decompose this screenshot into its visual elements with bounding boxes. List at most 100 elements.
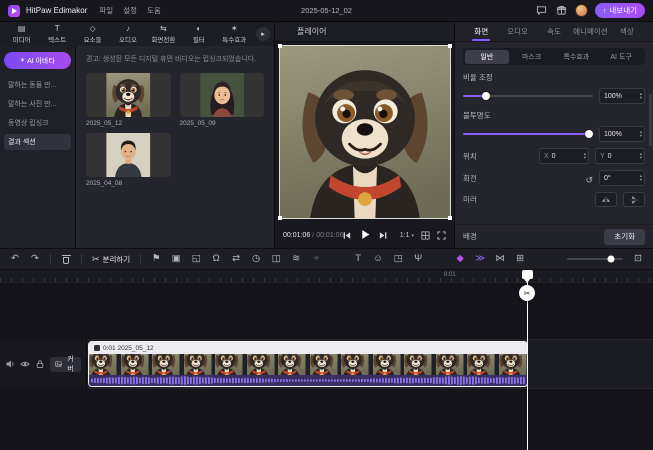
opacity-slider[interactable] bbox=[463, 132, 593, 136]
flip-vertical-button[interactable] bbox=[623, 192, 645, 207]
scale-slider[interactable] bbox=[463, 94, 593, 98]
selection-handle[interactable] bbox=[447, 44, 452, 48]
stepper-arrows-icon[interactable] bbox=[640, 92, 642, 101]
ai-effect-icon[interactable]: ◆ bbox=[455, 254, 465, 264]
stepper-arrows-icon[interactable] bbox=[640, 152, 642, 161]
inspector-tabs: 화면 오디오 속도 애니메이션 색상 bbox=[455, 22, 653, 42]
tab-audio[interactable]: ♪ 오디오 bbox=[110, 24, 145, 44]
library-thumbnail-dog[interactable] bbox=[86, 73, 171, 118]
fit-timeline-icon[interactable]: ⊡ bbox=[633, 254, 643, 264]
subtab-mask[interactable]: 마스크 bbox=[509, 50, 554, 64]
tab-animation[interactable]: 애니메이션 bbox=[572, 22, 608, 41]
export-icon bbox=[603, 6, 607, 15]
subtab-ai-tools[interactable]: AI 도구 bbox=[599, 50, 644, 64]
menu-file[interactable]: 파일 bbox=[99, 5, 113, 16]
split-button[interactable]: 분리하기 bbox=[92, 254, 131, 265]
stepper-arrows-icon[interactable] bbox=[640, 174, 642, 183]
speed-ramp-icon[interactable]: ≫ bbox=[475, 254, 485, 264]
undo-icon[interactable]: ↶ bbox=[10, 254, 20, 264]
aspect-ratio-select[interactable]: 1:1 bbox=[400, 232, 414, 239]
sidebar-item-talking-animal[interactable]: 말하는 동물 만... bbox=[4, 77, 71, 93]
redo-icon[interactable]: ↷ bbox=[30, 254, 40, 264]
scale-value-stepper[interactable]: 100% bbox=[599, 88, 645, 104]
duration-icon[interactable]: ◷ bbox=[251, 254, 261, 264]
subtab-effects[interactable]: 특수효과 bbox=[554, 50, 599, 64]
split-cursor-badge[interactable] bbox=[519, 285, 535, 301]
tab-transitions[interactable]: ⇆ 화면전환 bbox=[146, 24, 181, 44]
stepper-arrows-icon[interactable] bbox=[584, 152, 586, 161]
sidebar-item-ai-avatar[interactable]: AI 아바타 bbox=[4, 52, 71, 69]
sidebar-item-talking-photo[interactable]: 말하는 사진 만... bbox=[4, 96, 71, 112]
next-frame-button[interactable] bbox=[378, 228, 387, 243]
tab-media[interactable]: ▤ 미디어 bbox=[4, 24, 39, 44]
timeline-clip[interactable]: 0:01 2025_05_12 bbox=[88, 341, 528, 387]
fullscreen-icon[interactable] bbox=[437, 228, 446, 243]
library-item[interactable]: 2025_05_12 bbox=[86, 73, 171, 127]
stepper-arrows-icon[interactable] bbox=[640, 130, 642, 139]
tab-color[interactable]: 색상 bbox=[609, 22, 645, 41]
mirror-icon[interactable]: ◫ bbox=[271, 254, 281, 264]
position-icon[interactable]: ⌖ bbox=[311, 254, 321, 264]
safe-area-grid-icon[interactable] bbox=[421, 228, 430, 243]
menu-help[interactable]: 도움 bbox=[147, 5, 161, 16]
delete-button[interactable] bbox=[61, 254, 71, 264]
toolbar-divider bbox=[81, 253, 82, 265]
library-thumbnail-girl[interactable] bbox=[179, 73, 264, 118]
grid-icon[interactable]: ⊞ bbox=[515, 254, 525, 264]
menu-bar: 파일 설정 도움 bbox=[99, 5, 160, 16]
voiceover-icon[interactable]: Ψ bbox=[413, 254, 423, 264]
sticker-icon[interactable]: ☺ bbox=[373, 254, 383, 264]
library-thumbnail-man[interactable] bbox=[86, 133, 171, 178]
add-text-icon[interactable]: T bbox=[353, 254, 363, 264]
tab-text[interactable]: T 텍스트 bbox=[39, 24, 74, 44]
rotate-icon[interactable] bbox=[585, 171, 593, 186]
more-tabs-button[interactable]: ▸ bbox=[256, 27, 270, 41]
previous-frame-button[interactable] bbox=[342, 228, 351, 243]
timeline-ruler[interactable]: 0:01 bbox=[0, 270, 653, 283]
flip-icon[interactable]: ⇄ bbox=[231, 254, 241, 264]
menu-settings[interactable]: 설정 bbox=[123, 5, 137, 16]
timeline-zoom-slider[interactable] bbox=[567, 258, 623, 260]
sidebar-item-video-lipsync[interactable]: 동영상 립싱크 bbox=[4, 115, 71, 131]
export-button[interactable]: 내보내기 bbox=[594, 3, 645, 18]
selection-handle[interactable] bbox=[447, 216, 452, 220]
tab-filters[interactable]: ◐ 필터 bbox=[181, 24, 216, 44]
magnet-icon[interactable]: Ω bbox=[211, 254, 221, 264]
current-time: 00:01:06 bbox=[283, 231, 311, 239]
tab-elements[interactable]: ◇ 요소들 bbox=[75, 24, 110, 44]
marker-icon[interactable]: ⚑ bbox=[151, 254, 161, 264]
subtab-general[interactable]: 일반 bbox=[464, 49, 510, 64]
hide-track-icon[interactable] bbox=[20, 359, 30, 370]
position-y-input[interactable]: Y 0 bbox=[595, 148, 645, 164]
gift-icon[interactable] bbox=[555, 4, 568, 17]
opacity-value-stepper[interactable]: 100% bbox=[599, 126, 645, 142]
sidebar-item-results[interactable]: 결과 섹션 bbox=[4, 134, 71, 150]
tab-effects[interactable]: ✶ 특수효과 bbox=[217, 24, 252, 44]
library-item[interactable]: 2025_04_08 bbox=[86, 133, 171, 187]
play-button[interactable] bbox=[359, 228, 370, 243]
mute-track-icon[interactable] bbox=[5, 359, 15, 370]
user-avatar[interactable] bbox=[574, 4, 588, 17]
tab-audio-props[interactable]: 오디오 bbox=[499, 22, 535, 41]
link-icon[interactable]: ⋈ bbox=[495, 254, 505, 264]
chat-icon[interactable] bbox=[535, 4, 548, 17]
background-label: 배경 bbox=[463, 232, 477, 241]
reset-button[interactable]: 초기화 bbox=[604, 228, 645, 245]
preview-canvas[interactable] bbox=[277, 44, 452, 220]
playhead-handle[interactable] bbox=[522, 270, 533, 283]
position-x-input[interactable]: X 0 bbox=[539, 148, 589, 164]
flip-horizontal-button[interactable] bbox=[595, 192, 617, 207]
mask-icon[interactable]: ▣ bbox=[171, 254, 181, 264]
selection-handle[interactable] bbox=[277, 216, 282, 220]
lock-track-icon[interactable] bbox=[35, 359, 45, 370]
tab-speed[interactable]: 속도 bbox=[536, 22, 572, 41]
cover-button[interactable]: 커버 bbox=[50, 356, 81, 373]
denoise-icon[interactable]: ≋ bbox=[291, 254, 301, 264]
crop-icon[interactable]: ◱ bbox=[191, 254, 201, 264]
library-item[interactable]: 2025_05_09 bbox=[179, 73, 264, 127]
selection-handle[interactable] bbox=[277, 44, 282, 48]
tab-video[interactable]: 화면 bbox=[463, 22, 499, 41]
inspector-scrollbar[interactable] bbox=[649, 94, 652, 146]
rotate-value-stepper[interactable]: 0° bbox=[599, 170, 645, 186]
pip-icon[interactable]: ◳ bbox=[393, 254, 403, 264]
